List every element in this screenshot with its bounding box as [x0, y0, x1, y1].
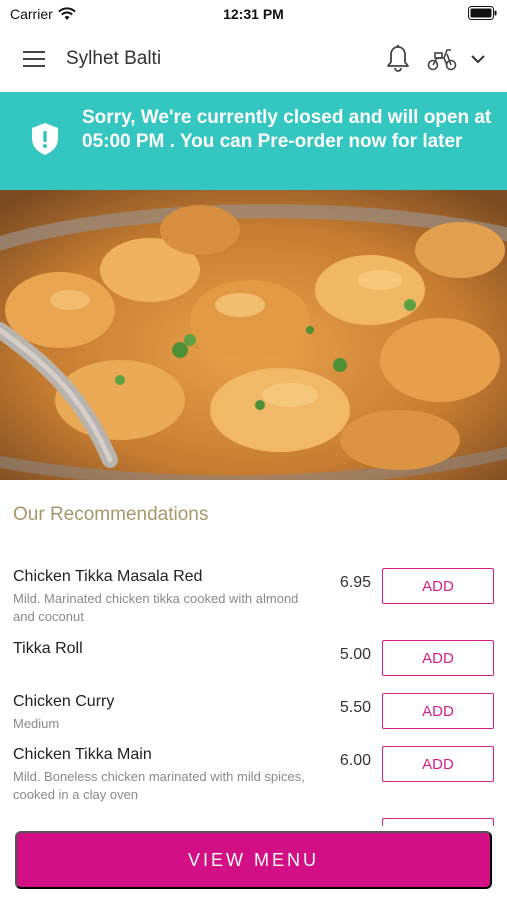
- app-header: Sylhet Balti: [0, 28, 507, 92]
- status-bar: Carrier 12:31 PM: [0, 0, 507, 28]
- restaurant-name: Sylhet Balti: [66, 48, 162, 69]
- add-button[interactable]: ADD: [382, 693, 494, 729]
- view-menu-button[interactable]: VIEW MENU: [15, 831, 492, 889]
- recommendations-heading: Our Recommendations: [13, 504, 209, 525]
- item-name: Tikka Roll: [13, 640, 83, 657]
- item-price: 6.00: [339, 752, 371, 769]
- add-button[interactable]: ADD: [382, 640, 494, 676]
- add-button-partial[interactable]: [382, 818, 494, 826]
- hero-food-image: [0, 190, 507, 480]
- chevron-down-icon[interactable]: [470, 52, 486, 70]
- item-price: 6.95: [339, 574, 371, 591]
- add-button[interactable]: ADD: [382, 746, 494, 782]
- closed-banner: Sorry, We're currently closed and will o…: [0, 92, 507, 190]
- bell-icon[interactable]: [385, 44, 411, 79]
- item-name: Chicken Tikka Masala Red: [13, 568, 203, 585]
- banner-message: Sorry, We're currently closed and will o…: [82, 107, 492, 152]
- battery-icon: [468, 6, 498, 25]
- item-name: Chicken Curry: [13, 693, 115, 710]
- shield-alert-icon: [29, 121, 61, 162]
- item-price: 5.50: [339, 699, 371, 716]
- item-description: Mild. Boneless chicken marinated with mi…: [13, 769, 305, 802]
- item-description: Medium: [13, 716, 60, 731]
- add-button[interactable]: ADD: [382, 568, 494, 604]
- clock: 12:31 PM: [223, 6, 284, 22]
- item-price: 5.00: [339, 646, 371, 663]
- menu-icon[interactable]: [22, 49, 46, 69]
- item-name: Chicken Tikka Main: [13, 746, 152, 763]
- item-description: Mild. Marinated chicken tikka cooked wit…: [13, 591, 299, 624]
- scooter-icon[interactable]: [426, 46, 458, 77]
